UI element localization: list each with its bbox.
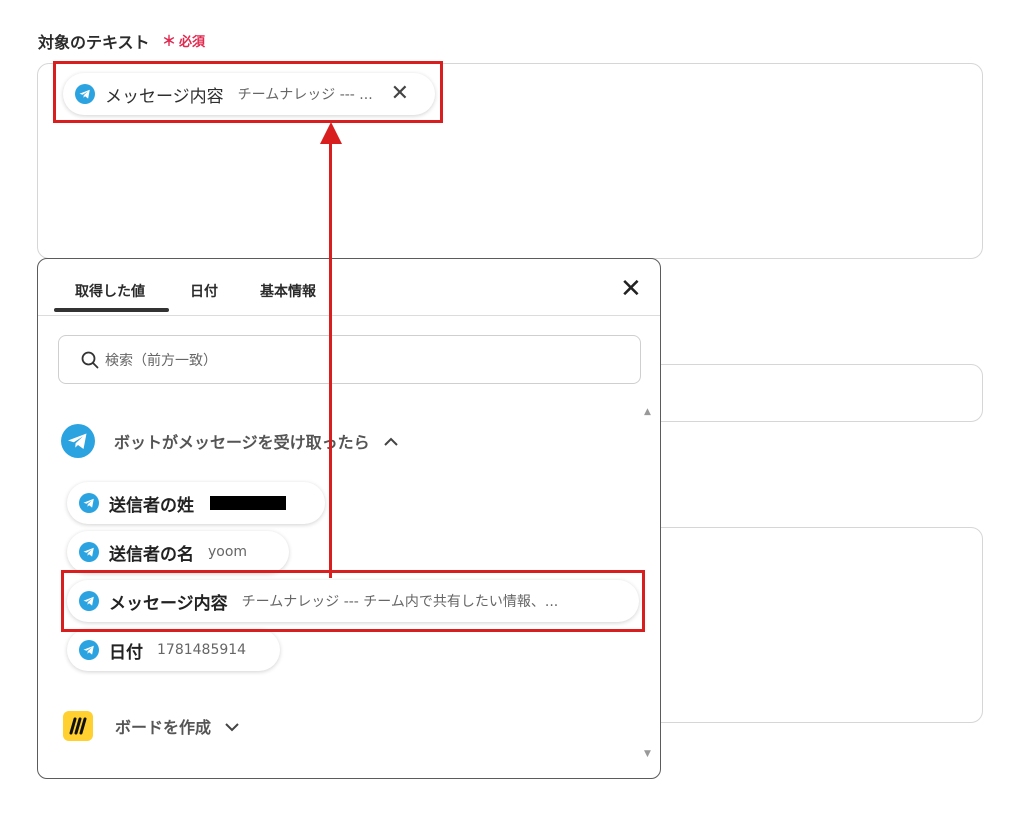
telegram-icon [61, 424, 95, 458]
telegram-icon [79, 542, 99, 562]
scroll-up-arrow-icon[interactable]: ▲ [644, 407, 651, 417]
tab-acquired-values[interactable]: 取得した値 [75, 281, 145, 301]
annotation-arrow-line [329, 134, 332, 578]
tab-bar: 取得した値 日付 基本情報 ✕ [38, 259, 660, 316]
variable-chip-date[interactable]: 日付 1781485914 [67, 629, 280, 671]
chip-value: 1781485914 [157, 642, 247, 658]
tab-basic-info[interactable]: 基本情報 [260, 281, 316, 301]
telegram-icon [79, 493, 99, 513]
field-label: 対象のテキスト [38, 33, 150, 52]
variable-chip-sender-first-name[interactable]: 送信者の名 yoom [67, 531, 289, 573]
chip-label: 日付 [109, 642, 143, 663]
required-asterisk: ＊ [162, 34, 176, 50]
search-input[interactable]: 検索（前方一致） [58, 335, 641, 384]
close-icon[interactable]: ✕ [620, 276, 642, 302]
search-placeholder: 検索（前方一致） [105, 352, 217, 369]
chip-label: 送信者の名 [109, 544, 194, 565]
search-icon [81, 351, 99, 368]
annotation-highlight-selected [53, 61, 443, 123]
required-text: 必須 [179, 35, 206, 50]
annotation-arrow-head [320, 122, 342, 144]
chevron-down-icon [225, 717, 239, 736]
scroll-down-arrow-icon[interactable]: ▼ [644, 749, 651, 759]
group-header-miro[interactable]: ボードを作成 [60, 711, 239, 741]
variable-chip-sender-last-name[interactable]: 送信者の姓 [67, 482, 325, 524]
annotation-highlight-source [61, 570, 645, 632]
tab-date[interactable]: 日付 [190, 281, 218, 301]
chip-label: 送信者の姓 [109, 495, 194, 516]
miro-icon [63, 711, 93, 741]
required-badge: ＊必須 [162, 31, 205, 51]
chip-value: yoom [208, 544, 248, 560]
redacted-value [210, 496, 286, 510]
telegram-icon [79, 640, 99, 660]
active-tab-indicator [54, 308, 169, 312]
group-header-telegram[interactable]: ボットがメッセージを受け取ったら [60, 423, 398, 459]
chevron-up-icon [383, 432, 398, 451]
group-label: ボードを作成 [115, 718, 212, 737]
